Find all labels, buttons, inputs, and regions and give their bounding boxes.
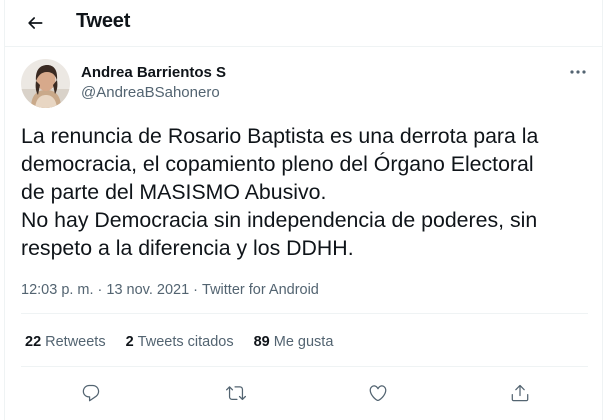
more-options-button[interactable] [565, 62, 591, 82]
retweet-icon [226, 386, 246, 401]
like-button[interactable] [361, 376, 395, 410]
quote-tweets-stat-link[interactable]: 2 Tweets citados [126, 334, 234, 350]
likes-label: Me gusta [273, 334, 334, 350]
tweet-text-line: democracia, el copamiento pleno del Órga… [21, 152, 534, 176]
tweet-text-line: de parte del MASISMO Abusivo. [21, 180, 327, 204]
page-title: Tweet [76, 10, 131, 32]
tweet-actions [5, 376, 602, 410]
tweet-meta: 12:03 p. m. · 13 nov. 2021 · Twitter for… [21, 282, 319, 298]
likes-count: 89 [253, 334, 270, 350]
tweet-text-line: No hay Democracia sin independencia de p… [21, 208, 538, 232]
author-handle[interactable]: @AndreaBSahonero [81, 84, 220, 101]
more-horizontal-icon [570, 70, 586, 74]
tweet-time-link[interactable]: 12:03 p. m. [21, 282, 94, 298]
arrow-left-icon [28, 17, 43, 29]
retweets-label: Retweets [45, 334, 106, 350]
tweet-date-link[interactable]: 13 nov. 2021 [106, 282, 189, 298]
tweet-stats: 22 Retweets 2 Tweets citados 89 Me gusta [25, 334, 353, 350]
share-button[interactable] [503, 376, 537, 410]
reply-icon [82, 384, 100, 402]
header-divider [5, 46, 602, 47]
retweet-button[interactable] [219, 376, 253, 410]
stats-bottom-divider [21, 366, 588, 367]
tweet-text-line: respeto a la diferencia y los DDHH. [21, 236, 354, 260]
tweet-source-link[interactable]: Twitter for Android [202, 282, 319, 298]
back-button[interactable] [21, 9, 49, 37]
tweet-text: La renuncia de Rosario Baptista es una d… [21, 122, 591, 262]
likes-stat-link[interactable]: 89 Me gusta [254, 334, 334, 350]
stats-top-divider [21, 313, 588, 314]
retweets-count: 22 [25, 334, 42, 350]
retweets-stat-link[interactable]: 22 Retweets [25, 334, 106, 350]
tweet-page: Tweet Andrea Barrientos S @AndreaBSahone… [4, 0, 603, 420]
reply-button[interactable] [74, 376, 108, 410]
author-name[interactable]: Andrea Barrientos S [81, 64, 226, 81]
quote-tweets-label: Tweets citados [137, 334, 234, 350]
meta-separator: · [97, 282, 103, 298]
page-header: Tweet [5, 0, 602, 46]
meta-separator: · [193, 282, 199, 298]
tweet-text-line: La renuncia de Rosario Baptista es una d… [21, 124, 539, 148]
quote-tweets-count: 2 [125, 334, 134, 350]
heart-icon [369, 385, 387, 402]
share-icon [511, 384, 529, 402]
avatar-photo [21, 59, 70, 108]
avatar[interactable] [21, 59, 70, 108]
